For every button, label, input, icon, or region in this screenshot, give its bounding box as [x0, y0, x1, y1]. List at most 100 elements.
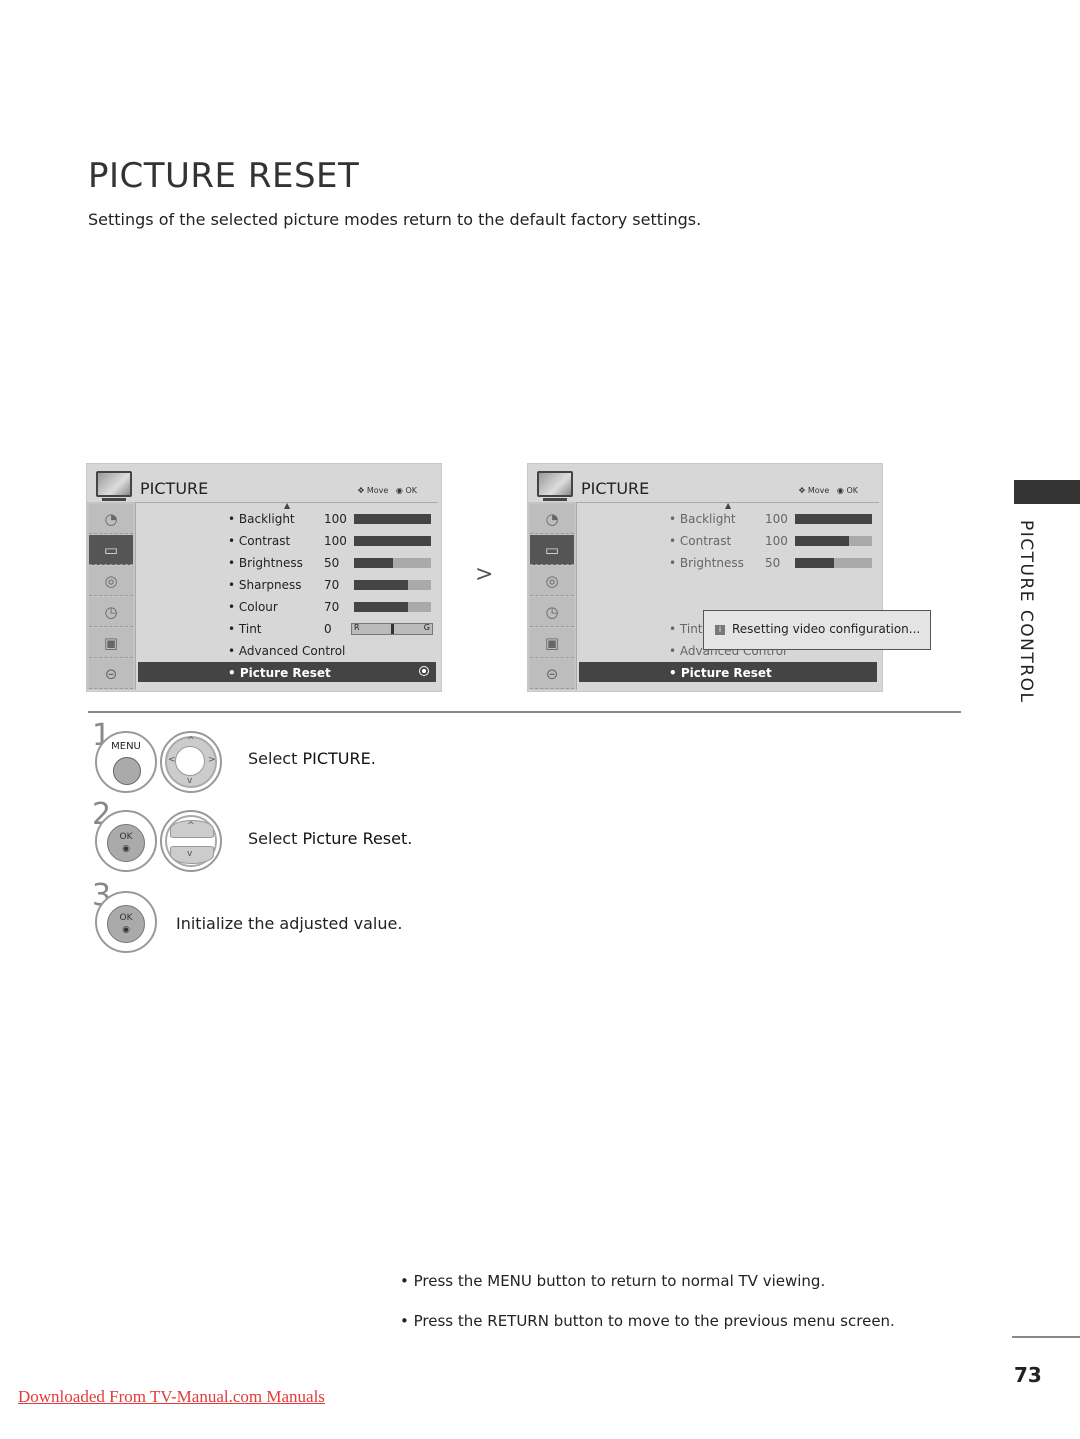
hint-move: Move: [807, 486, 830, 495]
ok-button[interactable]: OK ◉: [95, 891, 157, 953]
level-fill: [354, 558, 393, 568]
download-link[interactable]: Downloaded From TV-Manual.com Manuals: [18, 1387, 325, 1407]
tv-icon[interactable]: ▭: [89, 535, 133, 565]
menu-row-sharpness[interactable]: Sharpness 70: [136, 574, 438, 596]
down-arrow-icon: v: [187, 776, 193, 786]
nav-4way-button[interactable]: ^ v < >: [160, 731, 222, 793]
page-title: PICTURE RESET: [88, 156, 360, 196]
satellite-icon[interactable]: ◔: [89, 504, 133, 534]
row-value: 100: [765, 512, 788, 526]
ok-button[interactable]: OK ◉: [95, 810, 157, 872]
level-bar: [795, 536, 872, 546]
hint-move: Move: [366, 486, 389, 495]
step-text-suffix: .: [407, 829, 413, 848]
menu-row-contrast[interactable]: Contrast 100: [577, 530, 879, 552]
row-label: Advanced Control: [228, 644, 345, 658]
step-text-bold: PICTURE: [302, 749, 371, 768]
ok-label: OK: [119, 913, 133, 923]
level-bar: [795, 558, 872, 568]
row-value: 0: [324, 622, 332, 636]
row-label: Backlight: [228, 512, 295, 526]
tv-icon: [96, 471, 132, 501]
row-value: 70: [324, 578, 340, 592]
ok-radio-icon: [419, 666, 429, 676]
row-value: 100: [324, 534, 347, 548]
tint-left-label: R: [354, 623, 360, 632]
row-label: Brightness: [228, 556, 303, 570]
menu-button-label: MENU: [111, 741, 141, 752]
menu-row-brightness[interactable]: Brightness 50: [577, 552, 879, 574]
level-fill: [354, 580, 408, 590]
clock-icon[interactable]: ◷: [89, 597, 133, 627]
move-icon: ✥: [798, 486, 806, 495]
note-item: • Press the MENU button to return to nor…: [400, 1272, 826, 1290]
step-2-text: Select Picture Reset.: [248, 829, 412, 848]
level-bar: [354, 514, 431, 524]
menu-button[interactable]: MENU: [95, 731, 157, 793]
level-bar: [795, 514, 872, 524]
row-label: Brightness: [669, 556, 744, 570]
note-suffix: button to move to the previous menu scre…: [548, 1312, 895, 1330]
note-prefix: Press the: [413, 1272, 488, 1290]
satellite-icon[interactable]: ◔: [530, 504, 574, 534]
tv-icon: [537, 471, 573, 501]
category-column: ◔ ▭ ◎ ◷ ▣ ⊝: [528, 502, 577, 690]
step-1-text: Select PICTURE.: [248, 749, 376, 768]
right-arrow-icon: >: [208, 755, 216, 765]
section-tab: [1014, 480, 1080, 504]
ok-icon: ◉: [395, 486, 403, 495]
step-text-bold: Picture Reset: [302, 829, 408, 848]
ok-label: OK: [119, 832, 133, 842]
step-text-prefix: Initialize the adjusted value.: [176, 914, 403, 933]
level-fill: [795, 514, 872, 524]
section-label: PICTURE CONTROL: [1016, 520, 1036, 704]
menu-title: PICTURE: [581, 479, 650, 498]
menu-row-backlight[interactable]: Backlight 100: [136, 508, 438, 530]
note-suffix: button to return to normal TV viewing.: [531, 1272, 826, 1290]
menu-row-brightness[interactable]: Brightness 50: [136, 552, 438, 574]
lock-icon[interactable]: ⊝: [89, 659, 133, 689]
level-bar: [354, 580, 431, 590]
row-label: Sharpness: [228, 578, 302, 592]
clock-icon[interactable]: ◷: [530, 597, 574, 627]
nav-center: [175, 746, 205, 776]
menu-row-backlight[interactable]: Backlight 100: [577, 508, 879, 530]
row-value: 100: [324, 512, 347, 526]
row-label: Colour: [228, 600, 278, 614]
row-value: 100: [765, 534, 788, 548]
tv-icon[interactable]: ▭: [530, 535, 574, 565]
note-prefix: Press the: [413, 1312, 488, 1330]
category-column: ◔ ▭ ◎ ◷ ▣ ⊝: [87, 502, 136, 690]
row-value: 50: [324, 556, 340, 570]
menu-row-contrast[interactable]: Contrast 100: [136, 530, 438, 552]
ok-icon: ◉: [836, 486, 844, 495]
menu-title: PICTURE: [140, 479, 209, 498]
menu-button-circle: [113, 757, 141, 785]
hint-ok: OK: [846, 486, 858, 495]
row-label: Contrast: [669, 534, 731, 548]
speaker-icon[interactable]: ◎: [89, 566, 133, 596]
move-icon: ✥: [357, 486, 365, 495]
step-3-text: Initialize the adjusted value.: [176, 914, 402, 933]
menu-row-tint[interactable]: Tint 0 R G: [136, 618, 438, 640]
menu-content: ▲ Backlight 100 Contrast 100 Brightness …: [577, 501, 931, 689]
menu-row-picture-reset[interactable]: Picture Reset: [138, 662, 436, 682]
menu-header: PICTURE ✥ Move ◉ OK: [528, 464, 882, 502]
row-label: Tint: [669, 622, 703, 636]
toolbox-icon[interactable]: ▣: [530, 628, 574, 658]
popup-message: Resetting video configuration...: [732, 622, 921, 636]
tint-marker: [391, 624, 394, 634]
speaker-icon[interactable]: ◎: [530, 566, 574, 596]
lock-icon[interactable]: ⊝: [530, 659, 574, 689]
menu-row-colour[interactable]: Colour 70: [136, 596, 438, 618]
menu-screen-after: PICTURE ✥ Move ◉ OK ◔ ▭ ◎ ◷ ▣ ⊝ ▲ Backli…: [527, 463, 931, 692]
menu-row-picture-reset[interactable]: Picture Reset: [579, 662, 877, 682]
page-description: Settings of the selected picture modes r…: [88, 210, 702, 229]
menu-row-advanced-control[interactable]: Advanced Control: [136, 640, 438, 662]
step-text-prefix: Select: [248, 829, 303, 848]
row-value: 50: [765, 556, 781, 570]
info-icon: i: [715, 625, 725, 635]
toolbox-icon[interactable]: ▣: [89, 628, 133, 658]
level-bar: [354, 602, 431, 612]
nav-updown-button[interactable]: ^ v: [160, 810, 222, 872]
